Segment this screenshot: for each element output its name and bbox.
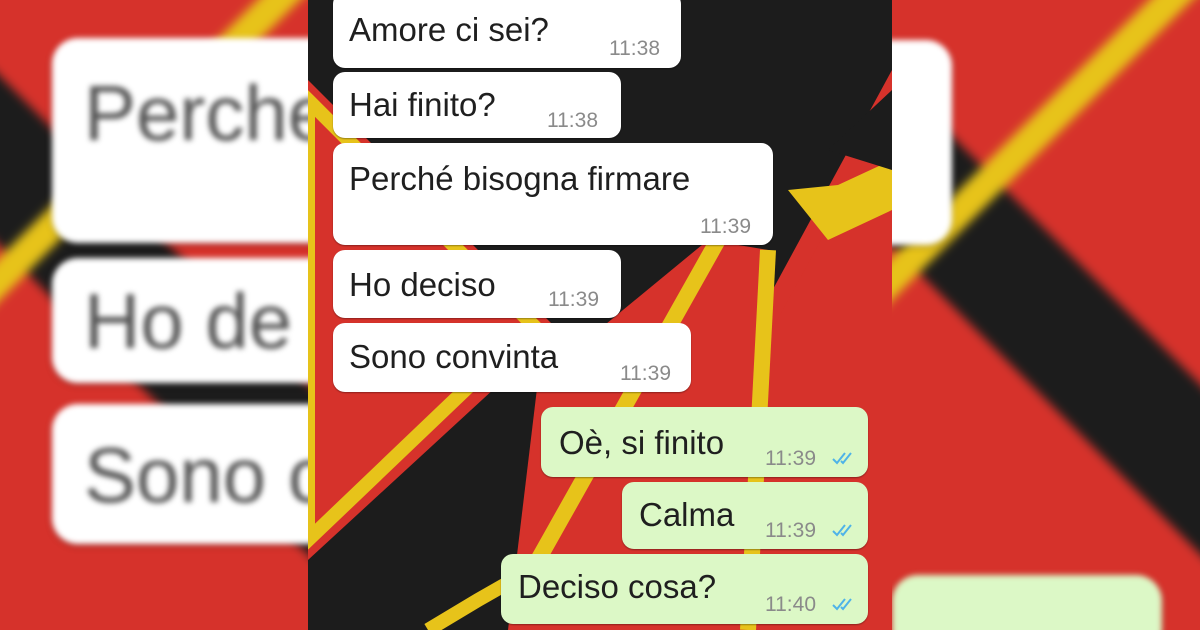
message-time: 11:39 — [548, 288, 599, 311]
blurred-bubble-outgoing — [892, 575, 1162, 630]
message-bubble-incoming[interactable]: Amore ci sei? 11:38 — [333, 0, 681, 68]
blurred-bubble-text: Sono c — [84, 431, 308, 519]
double-check-icon — [832, 598, 852, 611]
blurred-bubble: Ho de — [52, 258, 308, 383]
message-bubble-incoming[interactable]: Sono convinta 11:39 — [333, 323, 691, 392]
message-time: 11:39 — [620, 362, 671, 385]
message-bubble-outgoing[interactable]: Calma 11:39 — [622, 482, 868, 549]
message-bubble-outgoing[interactable]: Deciso cosa? 11:40 — [501, 554, 868, 624]
message-bubble-incoming[interactable]: Perché bisogna firmare 11:39 — [333, 143, 773, 245]
blurred-background-left: Perche Ho de Sono c — [0, 0, 308, 630]
blurred-bubble-text: Perche — [84, 69, 308, 157]
message-time: 11:38 — [547, 109, 598, 132]
message-text: Ho deciso — [349, 266, 496, 303]
message-text: Calma — [639, 496, 735, 533]
message-text: Amore ci sei? — [349, 11, 549, 48]
blurred-bubble: Sono c — [52, 404, 308, 544]
message-time: 11:39 — [765, 519, 816, 542]
message-time: 11:38 — [609, 37, 660, 60]
message-text: Perché bisogna firmare — [349, 160, 691, 197]
message-text: Hai finito? — [349, 86, 496, 123]
chat-conversation[interactable]: Amore ci sei? 11:38 Hai finito? 11:38 Pe… — [308, 0, 892, 630]
message-bubble-incoming[interactable]: Hai finito? 11:38 — [333, 72, 621, 138]
blurred-background-right: e 9 — [892, 0, 1200, 630]
message-time: 11:39 — [700, 215, 751, 238]
blurred-bubble: Perche — [52, 38, 308, 243]
message-bubble-incoming[interactable]: Ho deciso 11:39 — [333, 250, 621, 318]
message-text: Deciso cosa? — [518, 568, 717, 605]
blurred-bubble-text: Ho de — [84, 277, 293, 365]
double-check-icon — [832, 452, 852, 465]
message-time: 11:39 — [765, 447, 816, 470]
message-bubble-outgoing[interactable]: Oè, si finito 11:39 — [541, 407, 868, 477]
message-time: 11:40 — [765, 593, 816, 616]
message-text: Sono convinta — [349, 338, 559, 375]
double-check-icon — [832, 524, 852, 537]
message-text: Oè, si finito — [559, 424, 725, 461]
blurred-bubble: 9 — [892, 160, 952, 240]
